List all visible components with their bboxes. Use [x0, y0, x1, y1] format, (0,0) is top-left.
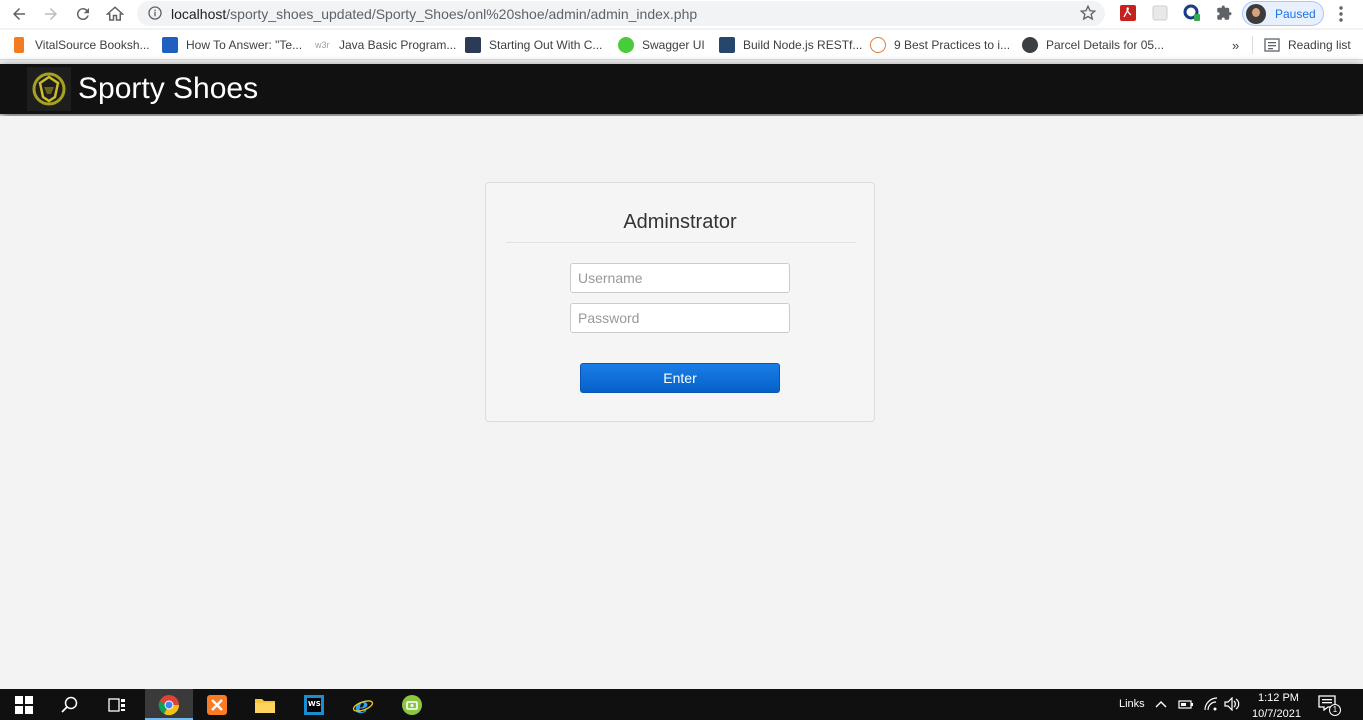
- extension-grey-icon[interactable]: [1151, 4, 1169, 22]
- reading-list-label: Reading list: [1288, 38, 1351, 52]
- search-button[interactable]: [46, 689, 94, 720]
- bookmark-label: VitalSource Booksh...: [35, 38, 150, 52]
- action-center-button[interactable]: 1: [1318, 695, 1342, 717]
- enter-button[interactable]: Enter: [580, 363, 780, 393]
- arrow-right-icon: [45, 8, 57, 20]
- task-view-icon: [108, 697, 125, 712]
- bookmark-item[interactable]: 9 Best Practices to i...: [870, 37, 1010, 53]
- bookmark-item[interactable]: Swagger UI: [618, 37, 705, 53]
- webstorm-taskbar-button[interactable]: WS: [290, 689, 338, 720]
- bookmark-item[interactable]: VitalSource Booksh...: [11, 37, 150, 53]
- url-host: localhost: [171, 6, 227, 22]
- url-text[interactable]: localhost/sporty_shoes_updated/Sporty_Sh…: [171, 6, 697, 22]
- admin-login-form: Adminstrator Enter: [485, 182, 875, 422]
- home-icon: [106, 6, 124, 21]
- internet-explorer-taskbar-button[interactable]: e: [339, 689, 387, 720]
- bookmark-label: Starting Out With C...: [489, 38, 603, 52]
- snowflake-icon: [162, 37, 178, 53]
- reload-icon: [76, 8, 89, 21]
- windows-taskbar: WS e Links 1:12 PM 10/7/2021 1: [0, 689, 1363, 720]
- profile-button[interactable]: Paused: [1242, 1, 1324, 26]
- volume-icon[interactable]: [1224, 697, 1240, 711]
- links-toolbar[interactable]: Links: [1119, 698, 1145, 710]
- bookmark-label: Parcel Details for 05...: [1046, 38, 1165, 52]
- bookmark-label: 9 Best Practices to i...: [894, 38, 1011, 52]
- address-bar[interactable]: localhost/sporty_shoes_updated/Sporty_Sh…: [137, 1, 1105, 26]
- site-logo[interactable]: [27, 67, 71, 111]
- menu-kebab-icon[interactable]: [1334, 5, 1348, 23]
- username-input[interactable]: [570, 263, 790, 293]
- chrome-taskbar-button[interactable]: [145, 689, 193, 720]
- bookmark-label: How To Answer: "Te...: [186, 38, 303, 52]
- bookmark-item[interactable]: Parcel Details for 05...: [1022, 37, 1164, 53]
- site-title[interactable]: Sporty Shoes: [78, 72, 258, 106]
- folder-icon: [255, 698, 275, 713]
- info-icon[interactable]: [147, 5, 163, 21]
- bookmark-label: Java Basic Program...: [339, 38, 457, 52]
- vitalsource-icon: [14, 37, 24, 53]
- bookmarks-bar: VitalSource Booksh... How To Answer: "Te…: [0, 30, 1363, 60]
- notification-count: 1: [1329, 704, 1341, 716]
- forward-button[interactable]: [40, 3, 62, 25]
- task-view-button[interactable]: [93, 689, 141, 720]
- start-button[interactable]: [0, 689, 48, 720]
- swagger-icon: [618, 37, 634, 53]
- reload-button[interactable]: [72, 3, 94, 25]
- file-explorer-taskbar-button[interactable]: [241, 689, 289, 720]
- shield-logo-icon: [27, 67, 71, 111]
- url-path: /sporty_shoes_updated/Sporty_Shoes/onl%2…: [226, 6, 698, 22]
- bookmark-star-icon[interactable]: [1079, 4, 1097, 22]
- pdf-extension-icon[interactable]: [1119, 4, 1137, 22]
- login-title: Adminstrator: [623, 211, 737, 233]
- profile-status: Paused: [1275, 7, 1316, 21]
- xampp-icon: [207, 694, 227, 715]
- avatar: [1246, 4, 1266, 24]
- reading-list-icon: [1264, 38, 1280, 52]
- green-app-icon: [402, 694, 422, 715]
- reading-list-button[interactable]: Reading list: [1264, 37, 1351, 53]
- xampp-taskbar-button[interactable]: [193, 689, 241, 720]
- back-button[interactable]: [8, 3, 30, 25]
- internet-explorer-icon: e: [352, 694, 374, 716]
- bookmark-label: Swagger UI: [642, 38, 705, 52]
- book-cover-icon: [465, 37, 481, 53]
- webstorm-icon: WS: [304, 694, 324, 715]
- w3r-icon: w3r: [315, 40, 330, 50]
- search-icon: [61, 696, 78, 713]
- hexagon-icon: [870, 37, 886, 53]
- bookmark-item[interactable]: How To Answer: "Te...: [162, 37, 302, 53]
- node-article-icon: [719, 37, 735, 53]
- password-input[interactable]: [570, 303, 790, 333]
- clock-time[interactable]: 1:12 PM: [1258, 692, 1299, 704]
- bookmarks-divider: [1252, 36, 1253, 54]
- extensions-puzzle-icon[interactable]: [1215, 4, 1233, 22]
- chrome-icon: [158, 694, 180, 715]
- windows-logo-icon: [15, 695, 33, 714]
- site-header: Sporty Shoes: [0, 64, 1363, 114]
- parcel-icon: [1022, 37, 1038, 53]
- extension-circle-icon[interactable]: [1183, 4, 1201, 22]
- arrow-left-icon: [13, 8, 25, 20]
- wifi-icon[interactable]: [1203, 697, 1219, 711]
- bookmark-label: Build Node.js RESTf...: [743, 38, 863, 52]
- chevron-up-icon[interactable]: [1155, 699, 1167, 709]
- browser-toolbar: localhost/sporty_shoes_updated/Sporty_Sh…: [0, 0, 1363, 28]
- svg-text:WS: WS: [308, 700, 321, 708]
- bookmark-item[interactable]: Build Node.js RESTf...: [719, 37, 862, 53]
- home-button[interactable]: [104, 3, 126, 25]
- app-green-taskbar-button[interactable]: [388, 689, 436, 720]
- title-divider: [506, 242, 856, 243]
- clock-date[interactable]: 10/7/2021: [1252, 708, 1301, 720]
- battery-icon[interactable]: [1178, 698, 1194, 710]
- more-bookmarks-button[interactable]: »: [1232, 38, 1239, 53]
- bookmark-item[interactable]: w3r Java Basic Program...: [315, 37, 456, 53]
- bookmark-item[interactable]: Starting Out With C...: [465, 37, 602, 53]
